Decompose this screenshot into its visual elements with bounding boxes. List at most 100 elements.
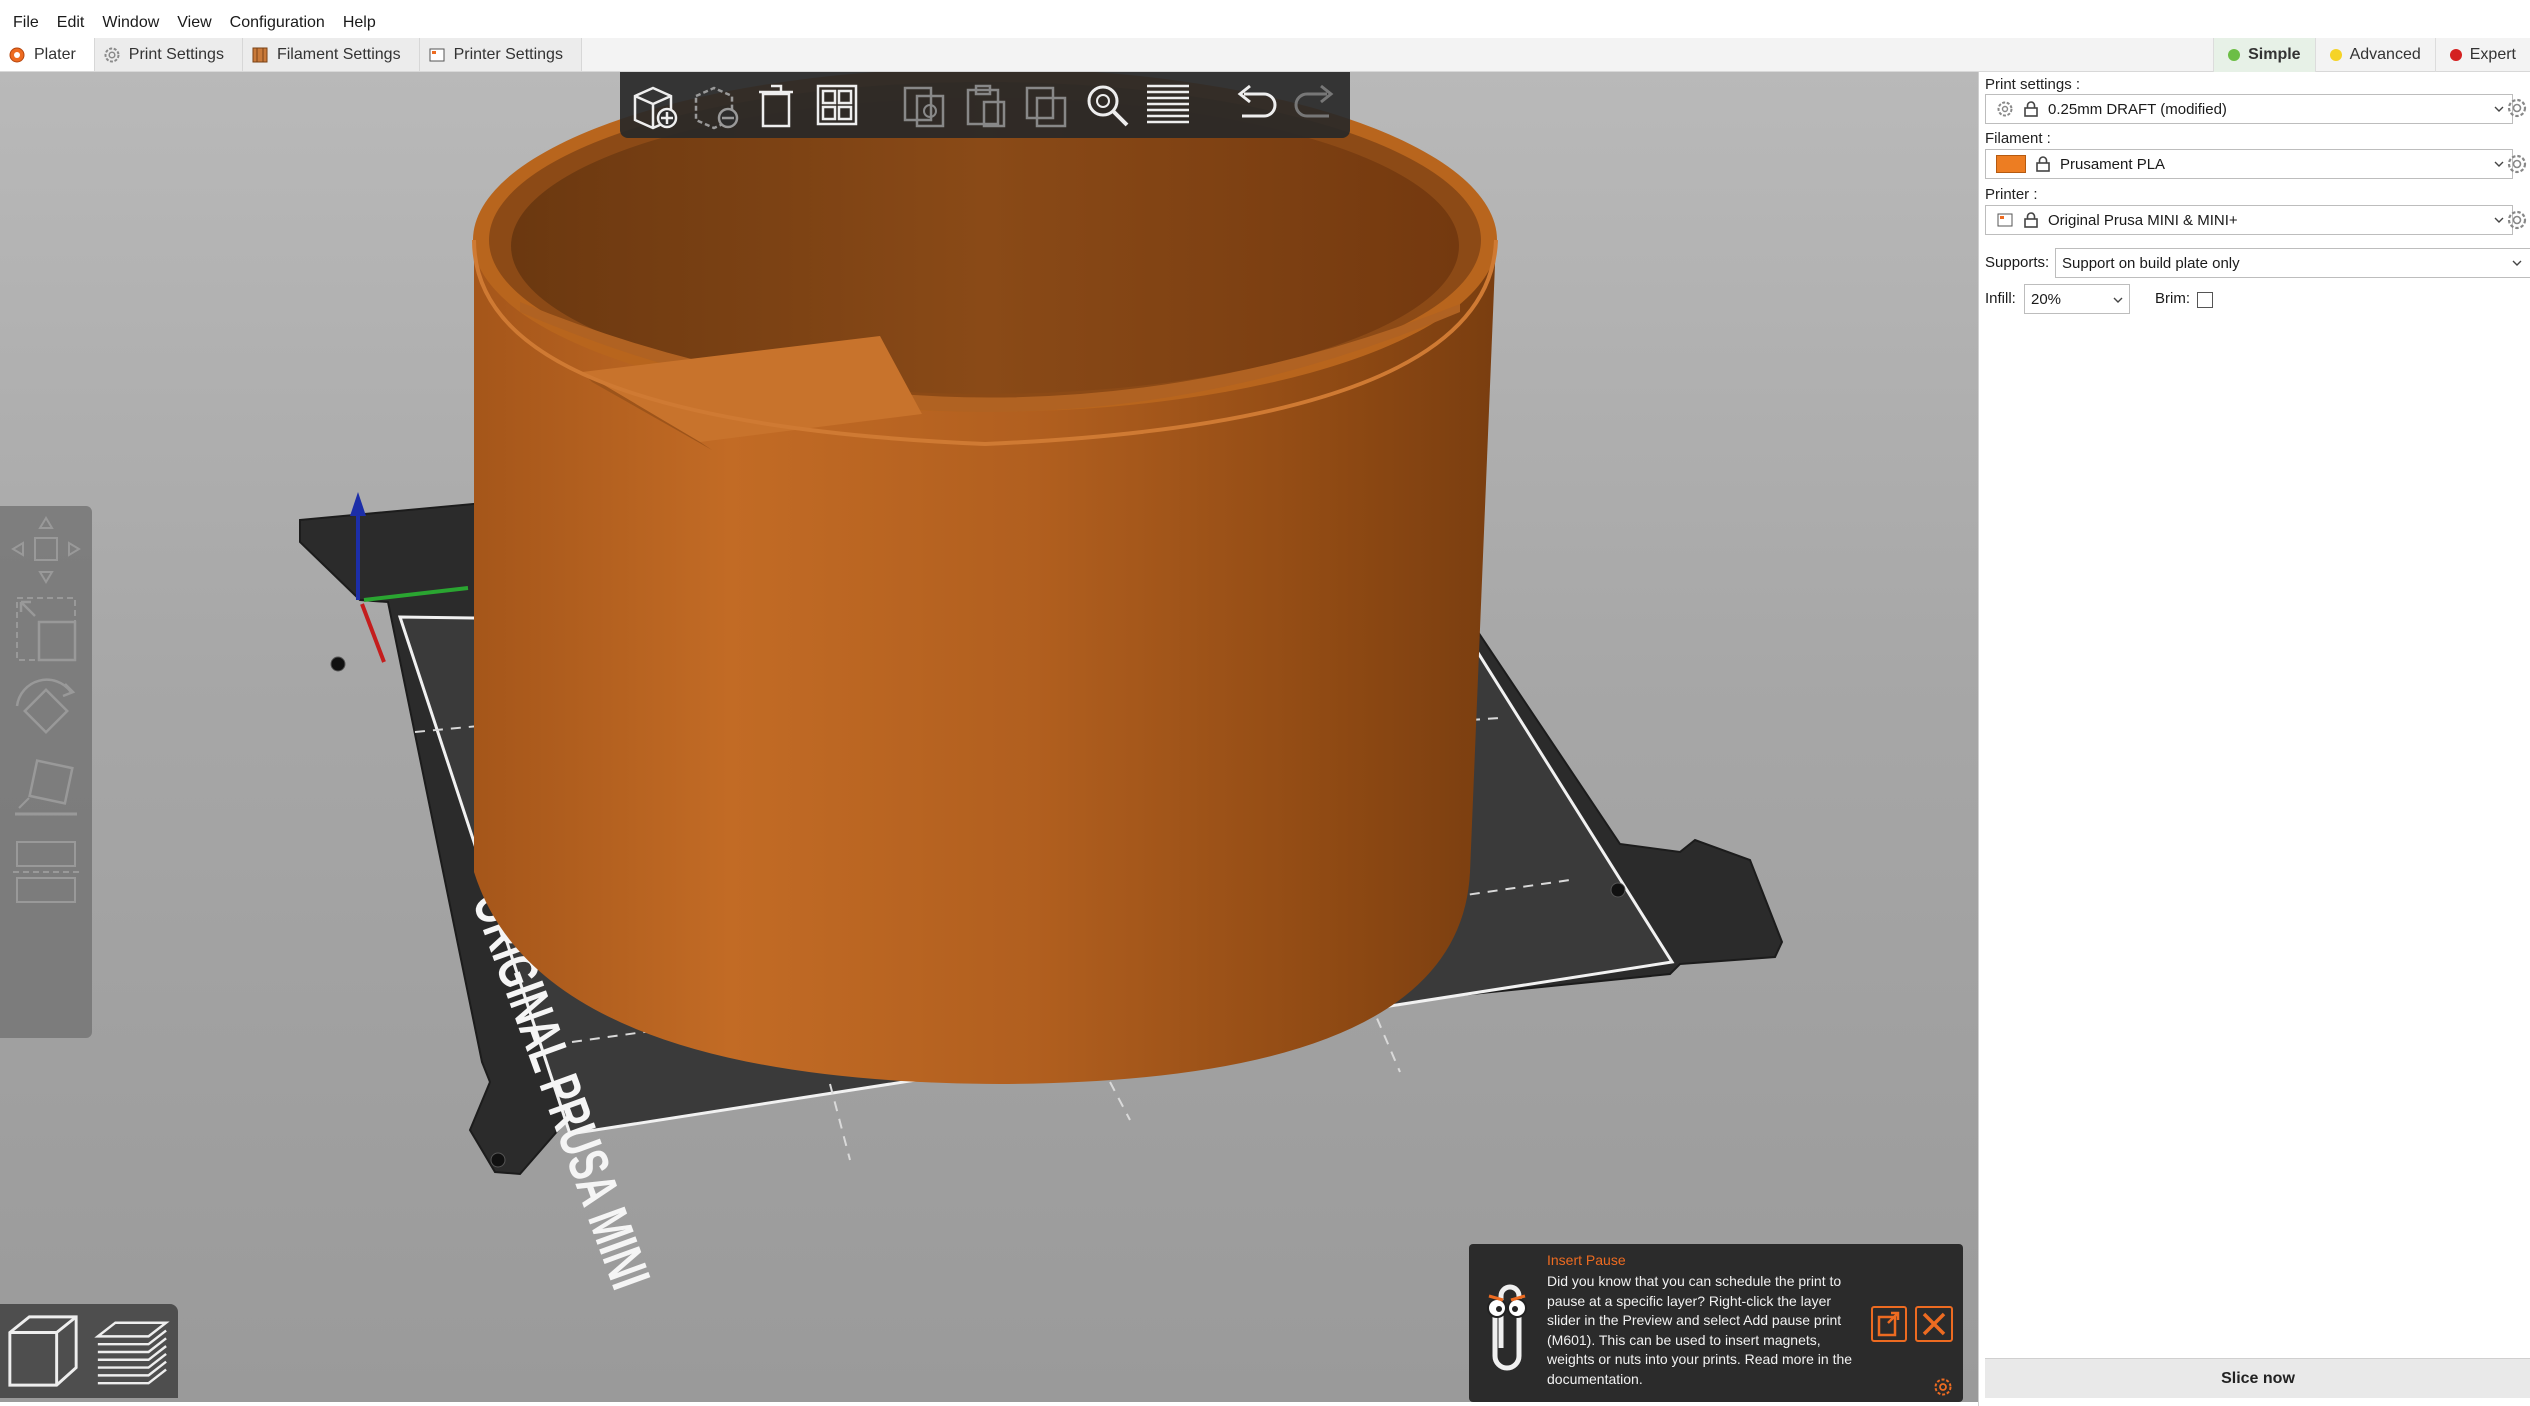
print-settings-edit-gear-icon[interactable] — [2506, 97, 2528, 119]
supports-label: Supports: — [1985, 254, 2050, 271]
hint-notification: Insert Pause Did you know that you can s… — [1469, 1244, 1963, 1402]
lock-icon — [2024, 101, 2038, 117]
printer-combo[interactable]: Original Prusa MINI & MINI+ — [1985, 205, 2513, 235]
chevron-down-icon — [2113, 297, 2123, 303]
menu-help[interactable]: Help — [334, 8, 385, 38]
infill-combo[interactable]: 20% — [2024, 284, 2130, 314]
view-toggle-bar — [0, 1304, 178, 1398]
printer-value: Original Prusa MINI & MINI+ — [2048, 211, 2238, 229]
cylinder-model[interactable] — [472, 72, 1498, 1084]
undo-icon — [1237, 84, 1277, 118]
hint-documentation-button[interactable] — [1871, 1306, 1907, 1342]
paste-icon — [966, 84, 1006, 128]
tab-bar: Plater Print Settings Filament Settings … — [0, 38, 2530, 72]
filament-label: Filament : — [1985, 130, 2051, 147]
layers-button[interactable] — [1143, 79, 1194, 131]
tab-print-settings-label: Print Settings — [128, 45, 224, 63]
tab-plater-label: Plater — [34, 45, 76, 63]
move-tool-button[interactable] — [6, 512, 86, 588]
cube-icon — [8, 1315, 78, 1387]
mode-simple-label: Simple — [2248, 46, 2301, 63]
place-on-face-icon — [15, 759, 77, 816]
add-icon — [633, 86, 677, 130]
mode-advanced[interactable]: Advanced — [2314, 38, 2435, 72]
hint-title: Insert Pause — [1547, 1252, 1626, 1268]
plater-icon — [9, 47, 25, 62]
delete-all-icon — [758, 84, 793, 128]
hint-close-button[interactable] — [1915, 1306, 1953, 1342]
scale-tool-button[interactable] — [6, 592, 86, 668]
gear-icon — [1997, 101, 2013, 117]
3d-viewport[interactable]: ORIGINAL PRUSA MINI Insert Pause Did you… — [0, 72, 1978, 1402]
tab-print-settings[interactable]: Print Settings — [94, 38, 243, 71]
redo-button[interactable] — [1291, 79, 1342, 131]
redo-icon — [1295, 84, 1334, 118]
search-icon — [1087, 85, 1129, 127]
close-icon — [1922, 1312, 1946, 1336]
undo-button[interactable] — [1230, 79, 1281, 131]
menu-bar: File Edit Window View Configuration Help — [0, 8, 385, 38]
printer-label: Printer : — [1985, 186, 2038, 203]
menu-file[interactable]: File — [4, 8, 48, 38]
lock-icon — [2024, 212, 2038, 228]
move-icon — [11, 516, 81, 584]
hint-settings-gear-icon[interactable] — [1933, 1377, 1953, 1397]
tab-plater[interactable]: Plater — [0, 38, 95, 71]
tab-filament-settings[interactable]: Filament Settings — [242, 38, 420, 71]
rotate-icon — [15, 678, 76, 734]
filament-edit-gear-icon[interactable] — [2506, 153, 2528, 175]
brim-label: Brim: — [2155, 290, 2190, 307]
hint-body: Did you know that you can schedule the p… — [1547, 1273, 1853, 1387]
left-toolbar — [0, 506, 92, 1038]
menu-edit[interactable]: Edit — [48, 8, 94, 38]
filament-combo[interactable]: Prusament PLA — [1985, 149, 2513, 179]
cut-tool-button[interactable] — [6, 832, 86, 908]
print-settings-label: Print settings : — [1985, 76, 2081, 93]
slice-now-button[interactable]: Slice now — [1985, 1358, 2530, 1398]
cut-icon — [13, 841, 79, 903]
chevron-down-icon — [2494, 217, 2504, 223]
simple-mode-dot-icon — [2228, 49, 2241, 61]
brim-checkbox[interactable] — [2197, 292, 2213, 308]
search-button[interactable] — [1082, 79, 1133, 131]
advanced-mode-dot-icon — [2329, 49, 2342, 61]
mode-expert-label: Expert — [2469, 46, 2516, 63]
copy-button[interactable] — [898, 79, 949, 131]
delete-button[interactable] — [689, 79, 740, 131]
documentation-icon — [1877, 1311, 1900, 1337]
mode-switch: Simple Advanced Expert — [2213, 38, 2530, 72]
chevron-down-icon — [2494, 161, 2504, 167]
filament-value: Prusament PLA — [2060, 155, 2166, 173]
instances-button[interactable] — [1021, 79, 1072, 131]
mode-simple[interactable]: Simple — [2213, 38, 2315, 72]
paste-button[interactable] — [959, 79, 1010, 131]
delete-icon — [694, 86, 738, 130]
3d-scene: ORIGINAL PRUSA MINI — [299, 72, 1784, 1297]
spool-icon — [252, 47, 268, 62]
preview-button[interactable] — [92, 1309, 170, 1393]
supports-value: Support on build plate only — [2062, 254, 2240, 272]
print-settings-combo[interactable]: 0.25mm DRAFT (modified) — [1985, 94, 2513, 124]
layers-icon — [1147, 84, 1190, 124]
mode-expert[interactable]: Expert — [2434, 38, 2530, 72]
gear-icon — [104, 47, 120, 62]
infill-label: Infill: — [1985, 290, 2016, 307]
arrange-button[interactable] — [811, 79, 862, 131]
window-title-strip — [0, 0, 2530, 6]
menu-view[interactable]: View — [168, 8, 220, 38]
rotate-tool-button[interactable] — [6, 672, 86, 748]
instances-icon — [1025, 86, 1067, 128]
scale-icon — [16, 597, 77, 662]
supports-combo[interactable]: Support on build plate only — [2055, 248, 2530, 278]
menu-window[interactable]: Window — [93, 8, 168, 38]
clippy-mascot-icon — [1487, 1284, 1527, 1371]
menu-configuration[interactable]: Configuration — [221, 8, 334, 38]
delete-all-button[interactable] — [750, 79, 801, 131]
chevron-down-icon — [2494, 106, 2504, 112]
printer-edit-gear-icon[interactable] — [2506, 209, 2528, 231]
add-button[interactable] — [628, 79, 679, 131]
3d-view-button[interactable] — [4, 1309, 82, 1393]
print-settings-value: 0.25mm DRAFT (modified) — [2048, 100, 2227, 118]
tab-printer-settings[interactable]: Printer Settings — [419, 38, 582, 71]
place-on-face-tool-button[interactable] — [6, 752, 86, 828]
